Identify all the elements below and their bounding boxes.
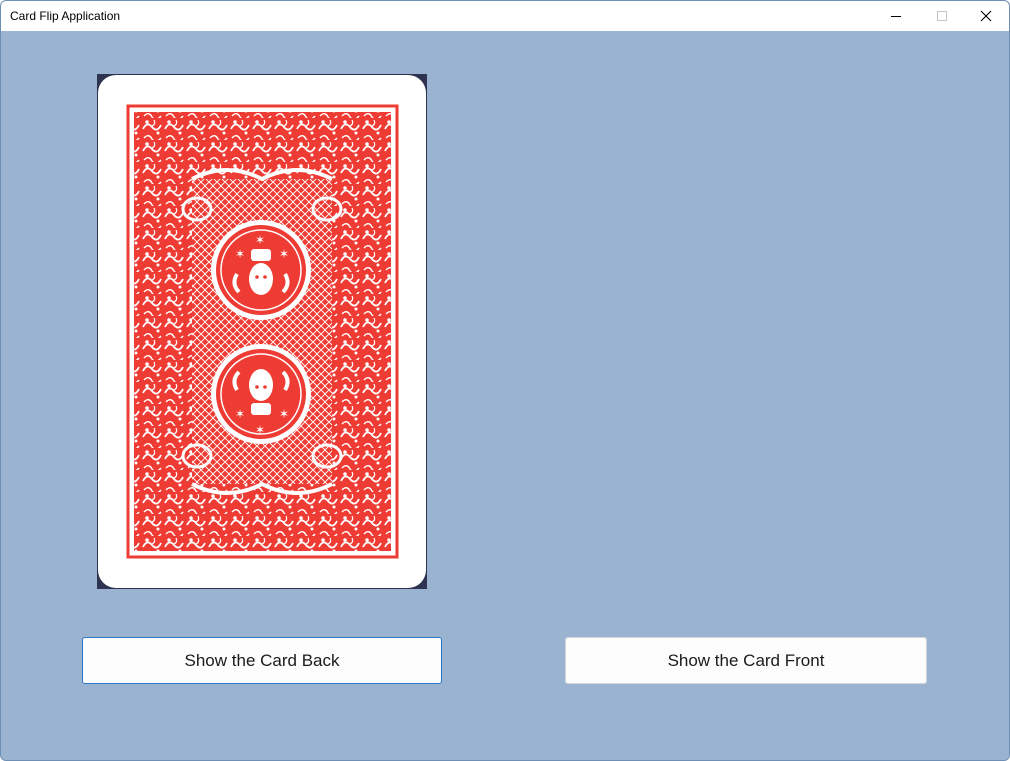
svg-text:✶: ✶ [279,247,289,261]
show-card-front-button[interactable]: Show the Card Front [565,637,927,684]
svg-text:✶: ✶ [235,247,245,261]
svg-text:✶: ✶ [255,233,265,247]
svg-text:✶: ✶ [235,407,245,421]
window-title: Card Flip Application [10,9,121,23]
close-button[interactable] [963,1,1009,31]
close-icon [980,10,992,22]
svg-text:✶: ✶ [255,423,265,437]
card-back-graphic: ✶ ✶ ✶ ✶ ✶ ✶ [98,75,426,588]
maximize-icon [937,11,947,21]
app-window: Card Flip Application ✶ ✶ ✶ ✶ ✶ ✶ Show t… [0,0,1010,761]
svg-text:✶: ✶ [279,407,289,421]
minimize-button[interactable] [873,1,919,31]
title-bar: Card Flip Application [1,1,1009,31]
minimize-icon [891,16,901,17]
client-area: ✶ ✶ ✶ ✶ ✶ ✶ Show the Card Back Show the [1,31,1009,760]
show-card-back-button[interactable]: Show the Card Back [82,637,442,684]
card-image: ✶ ✶ ✶ ✶ ✶ ✶ [97,74,427,589]
maximize-button[interactable] [919,1,965,31]
